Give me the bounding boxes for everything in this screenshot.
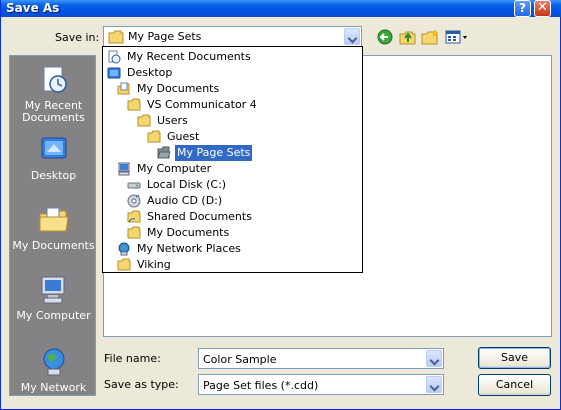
dropdown-item-label: Local Disk (C:) [147,178,227,191]
dropdown-item-label: Users [157,114,188,127]
new-folder-icon[interactable] [421,29,439,45]
dropdown-item-label: My Documents [147,226,230,239]
chevron-down-icon[interactable] [426,376,442,393]
desktop-icon [41,137,66,159]
back-icon[interactable] [377,29,395,45]
folder-icon [108,30,124,44]
place-my-computer[interactable]: My Computer [10,274,97,322]
hard-disk-icon [127,182,141,189]
dropdown-item-label: Shared Documents [147,210,252,223]
place-label: My Computer [16,309,91,322]
save-as-type-value: Page Set files (*.cdd) [203,379,319,392]
save-in-combo[interactable]: My Page Sets [103,26,362,47]
save-as-type-combo[interactable]: Page Set files (*.cdd) [198,374,444,395]
my-computer-icon [118,162,130,176]
dropdown-item-label: My Page Sets [175,145,253,161]
dropdown-item-label: Viking [137,258,171,271]
window-title: Save As [6,1,60,15]
place-label: My Recent Documents [22,99,85,124]
desktop-icon [107,67,121,79]
place-my-network[interactable]: My Network [10,346,97,394]
dropdown-item-label: Desktop [127,66,173,79]
folder-icon [127,98,141,111]
close-button[interactable]: ✕ [534,0,551,17]
title-bar[interactable]: Save As ? ✕ [1,0,561,17]
place-my-recent-documents[interactable]: My Recent Documents [10,64,97,124]
save-in-value: My Page Sets [128,30,202,43]
save-button[interactable]: Save [478,347,551,369]
file-name-label: File name: [104,352,161,365]
my-network-icon [43,348,64,376]
place-label: Desktop [30,169,77,182]
recent-documents-icon [108,50,121,64]
dropdown-item-label: My Recent Documents [127,50,251,63]
place-label: My Documents [12,239,95,252]
dropdown-item-label: Audio CD (D:) [147,194,223,207]
network-places-icon [118,242,130,256]
save-as-type-label: Save as type: [104,378,179,391]
dropdown-item-label: My Network Places [137,242,241,255]
shared-folder-icon [127,210,141,223]
recent-documents-icon [43,66,67,93]
dropdown-item-label: My Computer [137,162,212,175]
open-folder-icon [157,146,171,159]
file-name-value: Color Sample [203,353,277,366]
my-computer-icon [41,276,64,304]
places-bar: My Recent Documents Desktop My Documents [9,55,96,396]
save-as-dialog: Save As ? ✕ Save in: My Page Sets My Rec… [0,0,561,410]
chevron-down-icon[interactable] [344,28,360,45]
views-menu-icon[interactable] [445,29,471,45]
folder-icon [137,114,151,127]
chevron-down-icon[interactable] [426,350,442,367]
file-name-combo[interactable]: Color Sample [198,348,444,369]
dropdown-item-label: VS Communicator 4 [147,98,257,111]
dropdown-item-label: My Documents [137,82,220,95]
folder-icon [127,226,141,239]
folder-icon [147,130,161,143]
cd-drive-icon [127,194,141,208]
place-my-documents[interactable]: My Documents [10,204,97,252]
help-button[interactable]: ? [514,0,531,17]
my-documents-icon [117,82,130,95]
dropdown-item-label: Guest [167,130,200,143]
my-documents-icon [39,207,69,232]
folder-icon [117,258,131,271]
up-folder-icon[interactable] [399,29,417,45]
place-label: My Network [20,381,87,394]
cancel-button[interactable]: Cancel [478,374,551,396]
save-in-label: Save in: [55,31,100,44]
place-desktop[interactable]: Desktop [10,134,97,182]
save-in-dropdown-list: My Recent Documents Desktop My Documents… [102,46,363,273]
